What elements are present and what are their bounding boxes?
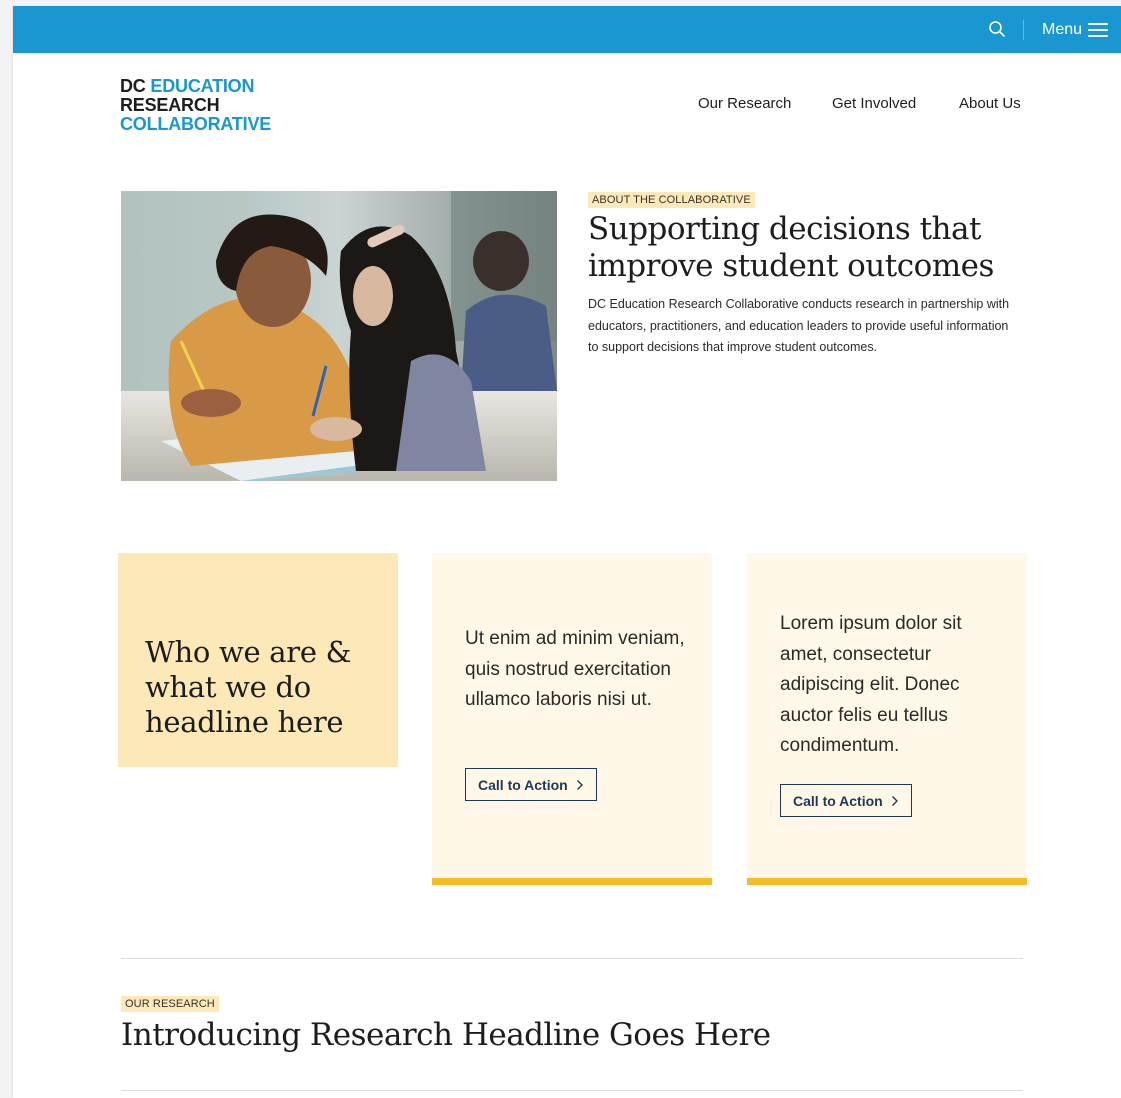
- nav-about-us[interactable]: About Us: [959, 95, 1021, 112]
- chevron-right-icon: [576, 779, 583, 790]
- logo-research: RESEARCH: [120, 95, 220, 115]
- research-section-title: Introducing Research Headline Goes Here: [121, 1017, 771, 1053]
- logo-education: EDUCATION: [150, 76, 255, 96]
- logo-collaborative: COLLABORATIVE: [120, 114, 272, 134]
- promo-card-2-text: Lorem ipsum dolor sit amet, consectetur …: [780, 613, 962, 756]
- site-logo[interactable]: DC EDUCATION RESEARCH COLLABORATIVE: [120, 77, 271, 134]
- section-divider-top: [121, 958, 1023, 959]
- chevron-right-icon: [891, 795, 898, 806]
- page-frame: Menu DC EDUCATION RESEARCH COLLABORATIVE…: [13, 6, 1121, 1098]
- research-eyebrow-tag: OUR RESEARCH: [121, 996, 219, 1012]
- nav-get-involved[interactable]: Get Involved: [832, 95, 916, 112]
- hamburger-menu-icon: [1088, 23, 1109, 37]
- section-divider-bottom: [121, 1090, 1023, 1091]
- hero-title: Supporting decisions that improve studen…: [588, 211, 994, 284]
- menu-label: Menu: [1042, 21, 1083, 38]
- topbar-separator: [1023, 20, 1024, 40]
- nav-our-research[interactable]: Our Research: [698, 95, 791, 112]
- who-we-are-headline: Who we are & what we do headline here: [145, 635, 352, 739]
- call-to-action-button-2[interactable]: Call to Action: [780, 784, 912, 817]
- call-to-action-label-1: Call to Action: [478, 776, 568, 793]
- top-utility-bar: Menu: [13, 6, 1121, 53]
- promo-card-1: Ut enim ad minim veniam, quis nostrud ex…: [432, 553, 712, 885]
- call-to-action-button-1[interactable]: Call to Action: [465, 768, 597, 801]
- hero-photo-students: [121, 191, 557, 481]
- search-icon[interactable]: [987, 19, 1007, 39]
- who-we-are-card: Who we are & what we do headline here: [118, 553, 398, 767]
- promo-card-1-text: Ut enim ad minim veniam, quis nostrud ex…: [465, 628, 685, 710]
- promo-card-2: Lorem ipsum dolor sit amet, consectetur …: [747, 553, 1027, 885]
- menu-button[interactable]: Menu: [1042, 18, 1109, 42]
- logo-dc: DC: [120, 76, 146, 96]
- hero-eyebrow-tag: ABOUT THE COLLABORATIVE: [588, 192, 755, 208]
- call-to-action-label-2: Call to Action: [793, 792, 883, 809]
- hero-description: DC Education Research Collaborative cond…: [588, 297, 1010, 354]
